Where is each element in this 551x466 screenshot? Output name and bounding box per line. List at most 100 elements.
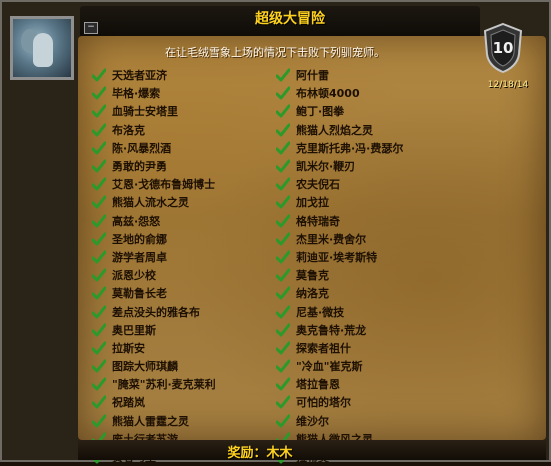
criteria-label: 莫勒鲁长老 [112, 287, 167, 301]
criteria-label: 熊猫人烈焰之灵 [296, 123, 373, 137]
criteria-label: 游学者周卓 [112, 250, 167, 264]
criteria-item: 维沙尔 [276, 412, 403, 430]
criteria-label: 尼基·微技 [296, 305, 345, 319]
criteria-item: 差点没头的雅各布 [92, 302, 216, 320]
criteria-label: 莉迪亚·埃考斯特 [296, 250, 378, 264]
criteria-label: 熊猫人流水之灵 [112, 196, 189, 210]
checkmark-icon [276, 286, 290, 300]
checkmark-icon [92, 268, 106, 282]
criteria-item: 祝踏岚 [92, 393, 216, 411]
criteria-label: 祝踏岚 [112, 396, 145, 410]
criteria-label: 布洛克 [112, 123, 145, 137]
checkmark-icon [276, 305, 290, 319]
checkmark-icon [92, 359, 106, 373]
criteria-label: "冷血"崔克斯 [296, 360, 363, 374]
criteria-item: 农夫倪石 [276, 175, 403, 193]
criteria-item: 布林顿4000 [276, 84, 403, 102]
criteria-label: 图踪大师琪麟 [112, 360, 178, 374]
checkmark-icon [276, 86, 290, 100]
checkmark-icon [276, 159, 290, 173]
checkmark-icon [276, 377, 290, 391]
checkmark-icon [276, 123, 290, 137]
criteria-label: 探索者祖什 [296, 341, 351, 355]
criteria-item: "腌菜"苏利·麦克莱利 [92, 375, 216, 393]
criteria-label: 加戈拉 [296, 196, 329, 210]
criteria-item: 勇敢的尹勇 [92, 157, 216, 175]
criteria-item: 塔拉鲁恩 [276, 375, 403, 393]
criteria-label: 杰里米·费舍尔 [296, 232, 367, 246]
checkmark-icon [92, 377, 106, 391]
criteria-item: 熊猫人雷霆之灵 [92, 412, 216, 430]
criteria-item: 可怕的塔尔 [276, 393, 403, 411]
checkmark-icon [276, 141, 290, 155]
criteria-item: 克里斯托弗·冯·费瑟尔 [276, 139, 403, 157]
criteria-label: 农夫倪石 [296, 178, 340, 192]
criteria-label: 奥巴里斯 [112, 323, 156, 337]
checkmark-icon [276, 195, 290, 209]
criteria-label: 鲍丁·图拳 [296, 105, 345, 119]
checkmark-icon [276, 104, 290, 118]
collapse-button[interactable]: − [84, 22, 98, 34]
criteria-item: 莫鲁克 [276, 266, 403, 284]
criteria-item: 毕格·爆索 [92, 84, 216, 102]
achievement-description: 在让毛绒雪象上场的情况下击败下列驯宠师。 [165, 46, 385, 59]
checkmark-icon [276, 250, 290, 264]
criteria-label: 差点没头的雅各布 [112, 305, 200, 319]
criteria-item: 游学者周卓 [92, 248, 216, 266]
criteria-item: 派恩少校 [92, 266, 216, 284]
criteria-item: 奥克鲁特·荒龙 [276, 321, 403, 339]
checkmark-icon [92, 86, 106, 100]
checkmark-icon [92, 232, 106, 246]
checkmark-icon [92, 141, 106, 155]
checkmark-icon [276, 232, 290, 246]
criteria-item: 纳洛克 [276, 284, 403, 302]
criteria-item: 陈·风暴烈酒 [92, 139, 216, 157]
elephant-portrait-icon [10, 16, 74, 80]
criteria-label: 塔拉鲁恩 [296, 378, 340, 392]
criteria-label: 高兹·怨怒 [112, 214, 161, 228]
criteria-label: 维沙尔 [296, 414, 329, 428]
criteria-label: "腌菜"苏利·麦克莱利 [112, 378, 216, 392]
checkmark-icon [92, 177, 106, 191]
checkmark-icon [276, 323, 290, 337]
checkmark-icon [92, 286, 106, 300]
criteria-item: 莫勒鲁长老 [92, 284, 216, 302]
criteria-item: 杰里米·费舍尔 [276, 230, 403, 248]
criteria-label: 勇敢的尹勇 [112, 160, 167, 174]
checkmark-icon [92, 305, 106, 319]
criteria-label: 可怕的塔尔 [296, 396, 351, 410]
criteria-label: 毕格·爆索 [112, 87, 161, 101]
checkmark-icon [276, 414, 290, 428]
checkmark-icon [276, 177, 290, 191]
checkmark-icon [276, 341, 290, 355]
checkmark-icon [92, 159, 106, 173]
criteria-label: 血骑士安塔里 [112, 105, 178, 119]
achievement-points: 10 [493, 39, 514, 57]
checkmark-icon [276, 68, 290, 82]
elephant-trunk-shape [33, 33, 53, 67]
criteria-label: 陈·风暴烈酒 [112, 141, 172, 155]
criteria-item: 凯米尔·鞭刃 [276, 157, 403, 175]
checkmark-icon [92, 195, 106, 209]
criteria-item: 加戈拉 [276, 193, 403, 211]
reward-text: 奖励：木木 [227, 446, 293, 461]
achievement-title: 超级大冒险 [255, 11, 325, 27]
criteria-label: 布林顿4000 [296, 87, 360, 101]
criteria-label: 莫鲁克 [296, 269, 329, 283]
criteria-item: 高兹·怨怒 [92, 212, 216, 230]
checkmark-icon [92, 250, 106, 264]
criteria-label: 艾恩·戈德布鲁姆博士 [112, 178, 216, 192]
criteria-item: 血骑士安塔里 [92, 102, 216, 120]
criteria-list-right: 阿什雷 布林顿4000 鲍丁·图拳 熊猫人烈焰之灵 克里斯托弗·冯·费瑟尔 凯米尔·鞭刃农… [276, 66, 403, 466]
checkmark-icon [276, 395, 290, 409]
checkmark-icon [92, 123, 106, 137]
checkmark-icon [92, 395, 106, 409]
criteria-item: 尼基·微技 [276, 302, 403, 320]
criteria-item: 莉迪亚·埃考斯特 [276, 248, 403, 266]
criteria-item: 鲍丁·图拳 [276, 102, 403, 120]
criteria-item: 熊猫人烈焰之灵 [276, 121, 403, 139]
criteria-item: 天选者亚济 [92, 66, 216, 84]
criteria-label: 凯米尔·鞭刃 [296, 160, 356, 174]
criteria-label: 格特瑞奇 [296, 214, 340, 228]
criteria-item: 艾恩·戈德布鲁姆博士 [92, 175, 216, 193]
